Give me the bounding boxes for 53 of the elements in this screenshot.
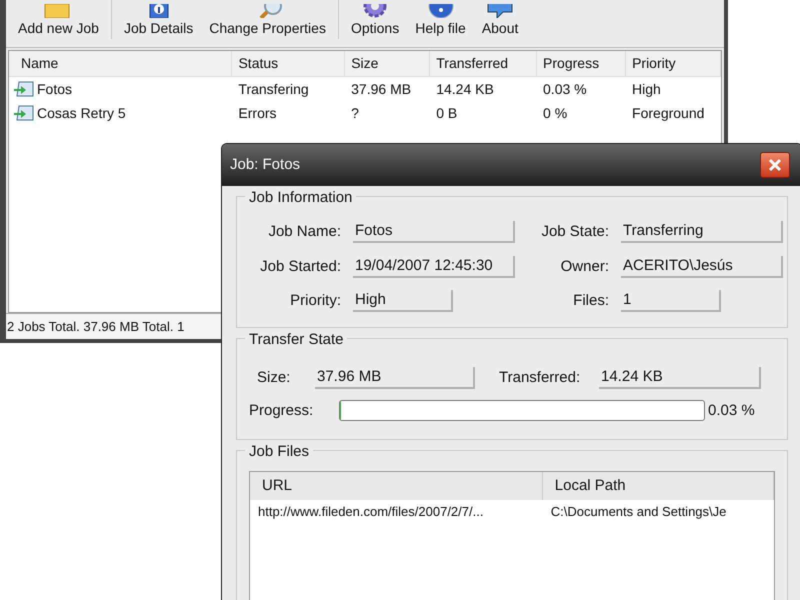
field-label: Size: [257, 368, 292, 388]
toolbar-button[interactable]: Add new Job [12, 4, 105, 39]
read-only-field: Transferring [621, 221, 783, 244]
table-cell-text: Transfering [238, 80, 309, 99]
table-cell-text: Errors [238, 104, 277, 122]
column-header[interactable]: Local Path [542, 472, 774, 500]
column-header[interactable]: Transferred [430, 51, 538, 76]
job-icon [13, 104, 35, 122]
table-cell-text: 0 % [543, 104, 568, 122]
close-button[interactable] [760, 152, 790, 178]
table-cell-text: 0 B [436, 104, 458, 122]
toolbar-button[interactable]: Help file [409, 4, 472, 39]
column-header[interactable]: URL [250, 472, 543, 500]
table-cell-text: C:\Documents and Settings\Je [550, 503, 728, 522]
read-only-field: High [353, 290, 453, 312]
progress-reading: 0.03 % [708, 400, 755, 420]
column-header[interactable]: Progress [537, 51, 626, 76]
column-header[interactable]: Name [9, 51, 232, 76]
toolbar-button[interactable]: Options [344, 4, 406, 39]
job-icon [13, 80, 35, 98]
table-cell-text: http://www.fileden.com/files/2007/2/7/... [257, 503, 484, 522]
field-label: Files: [573, 291, 609, 311]
field-label: Job Name: [268, 222, 341, 242]
close-icon [768, 158, 782, 172]
table-cell-text: ? [351, 104, 359, 122]
speech-bubble-icon [485, 4, 516, 18]
read-only-field: 14.24 KB [599, 367, 761, 390]
read-only-field: ACERITO\Jesús [621, 256, 783, 278]
field-label: Transferred: [499, 368, 582, 388]
table-cell-text: High [632, 80, 661, 99]
read-only-field: 37.96 MB [315, 367, 475, 390]
field-label: Progress: [249, 400, 314, 420]
read-only-field: Fotos [353, 221, 515, 244]
table-cell-text: Fotos [37, 80, 72, 98]
field-label: Priority: [290, 291, 341, 311]
toolbar-button[interactable]: Job Details [118, 4, 200, 39]
column-header[interactable]: Size [345, 51, 430, 76]
field-label: Job State: [541, 222, 609, 242]
toolbar-button[interactable]: Change Properties [203, 4, 332, 39]
table-cell-text: Foreground [632, 104, 704, 123]
read-only-field: 1 [621, 290, 721, 312]
field-label: Owner: [560, 256, 609, 276]
read-only-field: 19/04/2007 12:45:30 [353, 256, 515, 278]
table-cell-text: 37.96 MB [351, 80, 412, 98]
status-bar-text: 2 Jobs Total. 37.96 MB Total. 1 [7, 318, 184, 336]
table-cell-text: 0.03 % [543, 80, 587, 98]
field-label: Job Started: [260, 256, 341, 276]
dialog-title: Job: Fotos [230, 154, 302, 175]
column-header[interactable]: Priority [626, 51, 721, 76]
column-header[interactable]: Status [232, 51, 346, 76]
table-cell-text: Cosas Retry 5 [37, 104, 126, 123]
table-cell-text: 14.24 KB [436, 80, 494, 98]
toolbar-button[interactable]: About [476, 4, 524, 39]
